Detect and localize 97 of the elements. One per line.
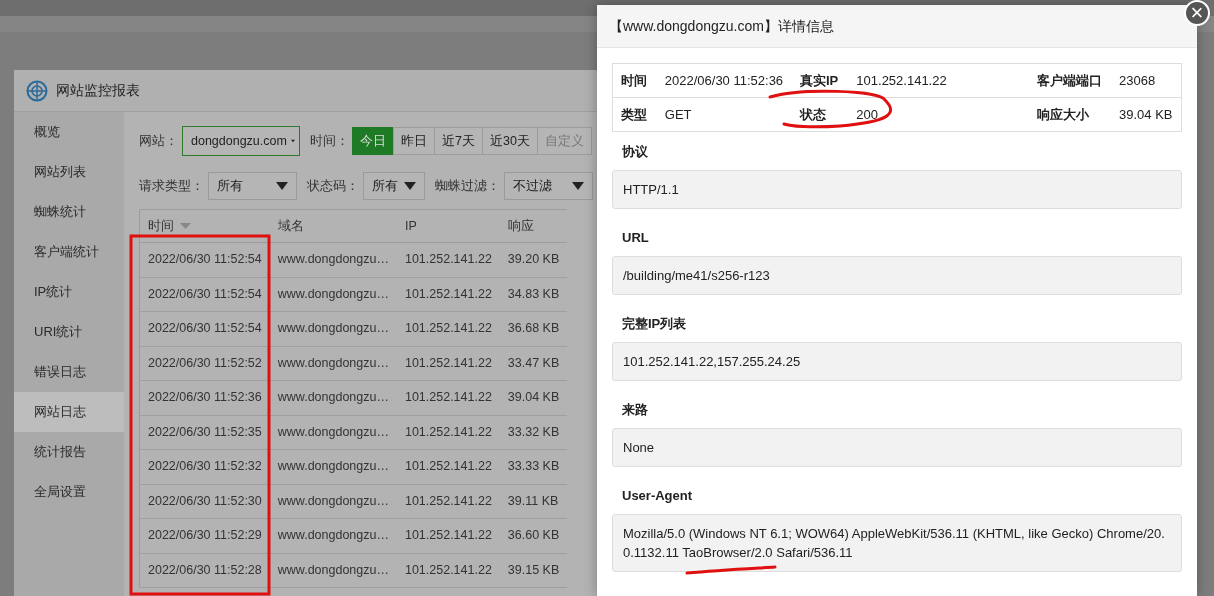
time-tab[interactable]: 今日 xyxy=(352,127,394,155)
sort-icon[interactable] xyxy=(180,222,191,230)
table-cell: www.dongdongzu… xyxy=(277,459,389,474)
section-label: 完整IP列表 xyxy=(622,316,687,331)
caret-icon xyxy=(290,137,295,145)
table-cell: 2022/06/30 11:52:28 xyxy=(148,562,262,577)
window-title: 网站监控报表 xyxy=(56,81,140,100)
table-cell: 2022/06/30 11:52:32 xyxy=(148,459,262,474)
sidebar-item[interactable]: 概览 xyxy=(14,112,124,152)
time-tab[interactable]: 近7天 xyxy=(434,127,483,155)
value-box: HTTP/1.1 xyxy=(612,170,1182,209)
table-cell: 2022/06/30 11:52:54 xyxy=(148,321,262,336)
site-label: 网站： xyxy=(139,132,178,150)
sidebar-item[interactable]: 全局设置 xyxy=(14,472,124,512)
table-cell: 2022/06/30 11:52:36 xyxy=(148,390,262,405)
field-value: 39.04 KB xyxy=(1119,106,1173,122)
value-box: /building/me41/s256-r123 xyxy=(612,256,1182,295)
table-cell: 2022/06/30 11:52:52 xyxy=(148,355,262,370)
request-type-label: 请求类型： xyxy=(139,177,204,195)
table-cell: 101.252.141.22 xyxy=(404,562,492,577)
field-label: 时间 xyxy=(621,72,647,88)
field-value: GET xyxy=(664,106,692,122)
column-header[interactable]: 域名 xyxy=(277,218,304,233)
field-value: 101.252.141.22 xyxy=(856,72,947,88)
table-cell: 101.252.141.22 xyxy=(404,390,492,405)
site-select[interactable]: dongdongzu.com xyxy=(182,126,300,156)
field-label: 客户端端口 xyxy=(1037,72,1103,88)
table-cell: 101.252.141.22 xyxy=(404,528,492,543)
table-cell: 39.11 KB xyxy=(507,493,559,508)
field-value: 23068 xyxy=(1119,72,1156,88)
table-cell: 101.252.141.22 xyxy=(404,286,492,301)
table-cell: www.dongdongzu… xyxy=(277,321,389,336)
table-cell: 34.83 KB xyxy=(507,286,560,301)
sidebar-item[interactable]: 网站日志 xyxy=(14,392,124,432)
caret-icon xyxy=(276,182,288,190)
sidebar-item[interactable]: 网站列表 xyxy=(14,152,124,192)
table-cell: 36.60 KB xyxy=(507,528,560,543)
section-label: 协议 xyxy=(622,144,648,159)
field-label: 类型 xyxy=(621,106,647,122)
caret-icon xyxy=(572,182,584,190)
value-box: 101.252.141.22,157.255.24.25 xyxy=(612,342,1182,381)
column-header[interactable]: 时间 xyxy=(148,218,174,233)
table-cell: 2022/06/30 11:52:29 xyxy=(148,528,262,543)
table-cell: 101.252.141.22 xyxy=(404,459,492,474)
table-cell: 33.33 KB xyxy=(507,459,560,474)
spider-filter-label: 蜘蛛过滤： xyxy=(435,177,500,195)
status-code-label: 状态码： xyxy=(307,177,359,195)
sidebar-item[interactable]: 错误日志 xyxy=(14,352,124,392)
table-cell: www.dongdongzu… xyxy=(277,390,389,405)
table-cell: 101.252.141.22 xyxy=(404,355,492,370)
table-cell: 101.252.141.22 xyxy=(404,493,492,508)
table-cell: 36.68 KB xyxy=(507,321,560,336)
sidebar-item[interactable]: URI统计 xyxy=(14,312,124,352)
section-label: 来路 xyxy=(622,402,648,417)
sidebar-item[interactable]: 统计报告 xyxy=(14,432,124,472)
table-cell: www.dongdongzu… xyxy=(277,424,389,439)
section-label: User-Agent xyxy=(622,488,693,503)
dialog-title: 【www.dongdongzu.com】详情信息 xyxy=(609,16,834,36)
table-cell: 101.252.141.22 xyxy=(404,252,492,267)
table-cell: 101.252.141.22 xyxy=(404,424,492,439)
value-box: Mozilla/5.0 (Windows NT 6.1; WOW64) AppleWebKit/536.11 (KHTML, like Gecko) Chrome/20.0.1132.11 TaoBrowser/2.0 Safari/536.11 xyxy=(612,514,1182,572)
table-cell: www.dongdongzu… xyxy=(277,493,389,508)
time-tab[interactable]: 近30天 xyxy=(481,127,538,155)
sidebar-item[interactable]: 客户端统计 xyxy=(14,232,124,272)
table-cell: 101.252.141.22 xyxy=(404,321,492,336)
section-label: URL xyxy=(622,230,649,245)
table-cell: www.dongdongzu… xyxy=(277,252,389,267)
column-header[interactable]: 响应 xyxy=(507,218,534,233)
status-code-select[interactable]: 所有 xyxy=(363,172,425,200)
spider-filter-select[interactable]: 不过滤 xyxy=(504,172,593,200)
target-icon xyxy=(26,79,48,102)
table-cell: 2022/06/30 11:52:54 xyxy=(148,286,262,301)
table-cell: www.dongdongzu… xyxy=(277,528,389,543)
table-cell: www.dongdongzu… xyxy=(277,562,389,577)
table-cell: 2022/06/30 11:52:35 xyxy=(148,424,262,439)
table-cell: 39.15 KB xyxy=(507,562,560,577)
value-box: None xyxy=(612,428,1182,467)
time-tab[interactable]: 昨日 xyxy=(393,127,435,155)
table-cell: www.dongdongzu… xyxy=(277,355,389,370)
table-cell: 39.04 KB xyxy=(507,390,560,405)
field-label: 真实IP xyxy=(799,72,839,88)
field-value: 200 xyxy=(856,106,879,122)
field-label: 状态 xyxy=(799,106,826,122)
request-type-select[interactable]: 所有 xyxy=(208,172,297,200)
sidebar-item[interactable]: IP统计 xyxy=(14,272,124,312)
time-label: 时间： xyxy=(310,132,349,150)
table-cell: www.dongdongzu… xyxy=(277,286,389,301)
table-cell: 2022/06/30 11:52:30 xyxy=(148,493,262,508)
column-header[interactable]: IP xyxy=(404,218,417,233)
table-cell: 33.32 KB xyxy=(507,424,560,439)
caret-icon xyxy=(404,182,416,190)
table-cell: 39.20 KB xyxy=(507,252,560,267)
field-label: 响应大小 xyxy=(1037,106,1090,122)
table-cell: 2022/06/30 11:52:54 xyxy=(148,252,262,267)
table-cell: 33.47 KB xyxy=(507,355,560,370)
field-value: 2022/06/30 11:52:36 xyxy=(664,72,784,88)
sidebar-item[interactable]: 蜘蛛统计 xyxy=(14,192,124,232)
